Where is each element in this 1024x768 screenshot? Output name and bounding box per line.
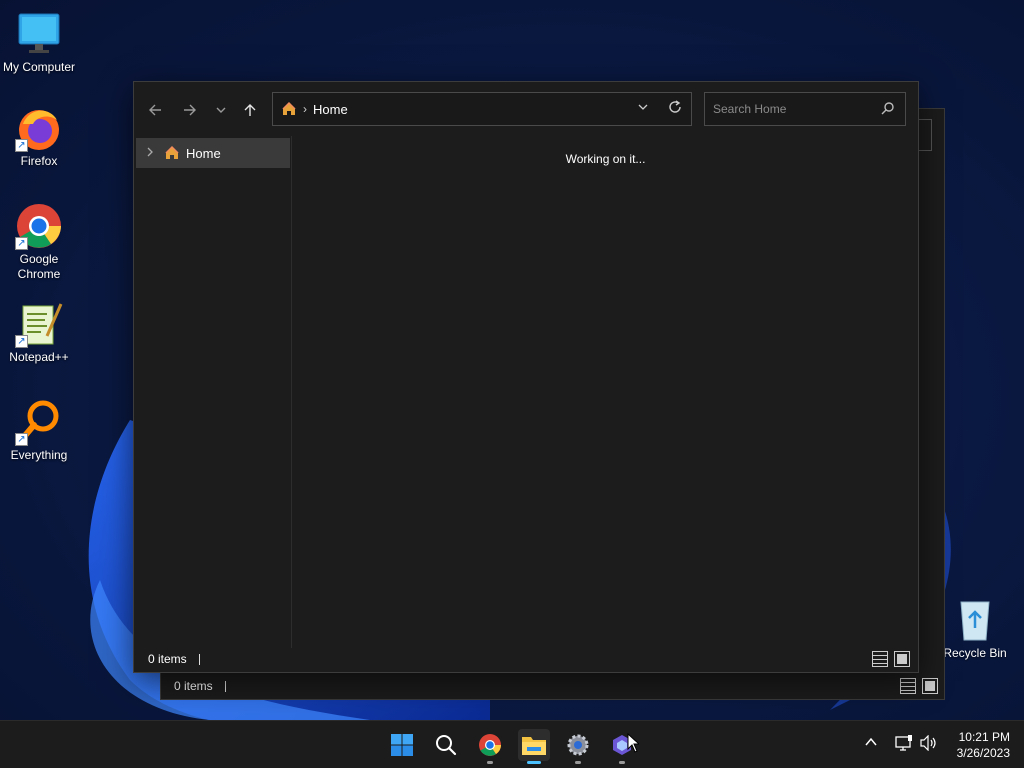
mouse-cursor-icon	[627, 732, 641, 756]
address-bar[interactable]: › Home	[272, 92, 692, 126]
breadcrumb-separator: ›	[303, 102, 307, 116]
desktop-icon-my-computer[interactable]: My Computer	[1, 10, 77, 75]
loading-message: Working on it...	[565, 152, 646, 166]
desktop-icon-notepadpp[interactable]: ↗ Notepad++	[1, 300, 77, 365]
folder-icon	[522, 737, 546, 755]
chevron-up-icon	[865, 737, 877, 746]
arrow-right-icon	[184, 104, 196, 116]
search-icon	[436, 735, 457, 756]
recent-locations-button[interactable]	[207, 96, 235, 124]
nav-item-home[interactable]: Home	[136, 138, 290, 168]
network-icon	[895, 735, 912, 751]
taskbar-chrome[interactable]	[474, 729, 506, 764]
shortcut-arrow-icon: ↗	[15, 433, 28, 446]
shortcut-arrow-icon: ↗	[15, 237, 28, 250]
search-icon	[881, 101, 895, 118]
explorer-toolbar: › Home Search Home	[134, 82, 918, 136]
network-button[interactable]	[895, 735, 913, 754]
search-input[interactable]: Search Home	[704, 92, 906, 126]
running-indicator	[487, 761, 493, 764]
breadcrumb-home[interactable]: Home	[313, 102, 348, 117]
taskbar-file-explorer[interactable]	[518, 729, 550, 764]
taskbar-settings[interactable]	[562, 729, 594, 764]
arrow-up-icon	[244, 104, 256, 116]
tiles-view-icon[interactable]	[922, 678, 938, 694]
desktop-icon-label: Google Chrome	[17, 252, 61, 281]
view-toggle	[900, 678, 938, 694]
taskbar: 10:21 PM 3/26/2023	[0, 720, 1024, 768]
gear-icon	[567, 734, 589, 756]
running-indicator	[575, 761, 581, 764]
volume-button[interactable]	[920, 734, 938, 754]
start-button[interactable]	[386, 729, 418, 761]
speaker-icon	[920, 734, 936, 752]
item-count: 0 items	[148, 652, 187, 666]
nav-item-label: Home	[186, 145, 221, 161]
search-placeholder: Search Home	[713, 102, 787, 116]
desktop-icon-recycle-bin[interactable]: Recycle Bin	[937, 596, 1013, 661]
active-window-indicator	[527, 761, 541, 764]
monitor-icon	[15, 10, 63, 58]
chrome-icon	[479, 734, 501, 756]
forward-button[interactable]	[176, 96, 204, 124]
explorer-window[interactable]: › Home Search Home Home Working on it...…	[133, 81, 919, 673]
chrome-icon: ↗	[15, 202, 63, 250]
windows-start-icon	[391, 734, 413, 756]
address-history-button[interactable]	[637, 101, 649, 116]
firefox-icon: ↗	[15, 104, 63, 152]
desktop-icon-firefox[interactable]: ↗ Firefox	[1, 104, 77, 169]
file-list[interactable]: Working on it...	[293, 136, 918, 648]
everything-icon: ↗	[15, 398, 63, 446]
desktop-icon-everything[interactable]: ↗ Everything	[1, 398, 77, 463]
desktop-icon-label: My Computer	[2, 60, 76, 74]
desktop-icon-label: Recycle Bin	[943, 646, 1007, 660]
desktop-icon-label: Everything	[10, 448, 68, 462]
taskbar-search-button[interactable]	[430, 729, 462, 761]
status-bar: 0 items	[134, 646, 918, 672]
desktop-icon-label: Firefox	[20, 154, 58, 168]
notepadpp-icon: ↗	[15, 300, 63, 348]
desktop-icon-label: Notepad++	[9, 350, 69, 364]
tiles-view-icon[interactable]	[894, 651, 910, 667]
running-indicator	[619, 761, 625, 764]
home-icon	[281, 101, 297, 117]
chevron-down-icon	[638, 104, 648, 110]
clock[interactable]: 10:21 PM 3/26/2023	[957, 729, 1010, 761]
status-divider	[198, 653, 200, 665]
chevron-right-icon[interactable]	[146, 146, 158, 160]
refresh-icon	[669, 100, 681, 113]
recycle-bin-icon	[951, 596, 999, 644]
status-divider	[224, 680, 226, 692]
shortcut-arrow-icon: ↗	[15, 139, 28, 152]
desktop-icon-chrome[interactable]: ↗ Google Chrome	[1, 202, 77, 282]
arrow-left-icon	[149, 104, 161, 116]
clock-date: 3/26/2023	[956, 746, 1010, 760]
show-hidden-icons-button[interactable]	[864, 735, 878, 752]
refresh-button[interactable]	[667, 99, 683, 118]
item-count: 0 items	[174, 679, 213, 693]
view-toggle	[872, 651, 910, 667]
details-view-icon[interactable]	[872, 651, 888, 667]
status-bar: 0 items	[161, 673, 944, 699]
details-view-icon[interactable]	[900, 678, 916, 694]
up-button[interactable]	[236, 96, 264, 124]
back-button[interactable]	[141, 96, 169, 124]
chevron-down-icon	[216, 107, 226, 113]
shortcut-arrow-icon: ↗	[15, 335, 28, 348]
clock-time: 10:21 PM	[958, 730, 1010, 744]
navigation-pane: Home	[134, 136, 292, 648]
home-icon	[164, 145, 180, 161]
